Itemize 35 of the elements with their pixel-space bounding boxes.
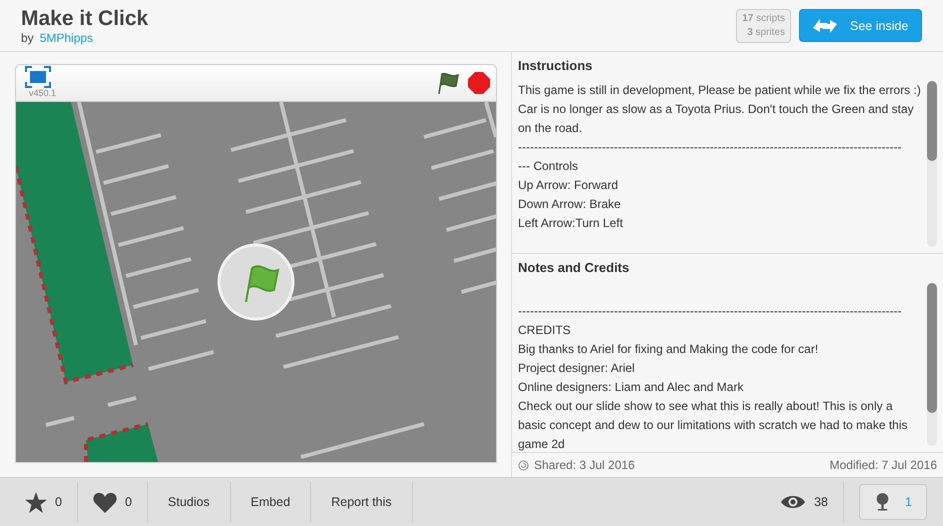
description-text: Down Arrow: Brake	[518, 196, 622, 213]
favorite-count: 0	[55, 495, 62, 509]
description-text: Left Arrow:Turn Left	[518, 215, 624, 232]
notes-text: Online designers: Liam and Alec and Mark	[518, 379, 744, 396]
notes-text: Check out our slide show to see what this is really about! This is only a basic concept and dew to our limitations with scratch we had to make this game 2d	[518, 398, 909, 453]
project-title: Make it Click	[21, 6, 148, 30]
eye-icon	[780, 494, 806, 510]
stop-icon[interactable]	[468, 72, 490, 94]
flag-icon[interactable]	[436, 72, 460, 94]
views-count: 38	[814, 495, 828, 509]
description-text: ------------------------------------------------------------------------------------------------	[518, 139, 903, 156]
notes-text: ------------------------------------------------------------------------------------------------	[518, 303, 903, 320]
description-text: Up Arrow: Forward	[518, 177, 620, 194]
footer-action[interactable]: Report this	[311, 482, 413, 522]
star-icon	[25, 492, 47, 512]
fullscreen-icon[interactable]	[25, 66, 51, 88]
notes-text: Project designer: Ariel	[518, 360, 636, 377]
version-label: v450.1	[29, 88, 56, 98]
share-icon	[518, 460, 529, 470]
love-count: 0	[124, 495, 132, 509]
favorite-button[interactable]: 0	[10, 482, 78, 522]
heart-icon	[92, 492, 117, 512]
description-text: This game is still in development, Please be patient while we fix the errors :) Car is no longer as slow as a Toyota Prius. Don't touch the Green and stay on the road.	[518, 82, 922, 137]
notes-heading: Notes and Credits	[518, 260, 630, 275]
footer-action[interactable]: Embed	[230, 482, 312, 522]
by-label: by	[21, 30, 34, 44]
instructions-heading: Instructions	[518, 58, 594, 73]
footer-action[interactable]: Studios	[148, 482, 231, 522]
modified-date: Modified: 7 Jul 2016	[830, 458, 937, 472]
notes-text: Big thanks to Ariel for fixing and Making the code for car!	[518, 341, 820, 358]
love-button[interactable]: 0	[78, 482, 148, 522]
project-stats: 17 scripts 3 sprites	[736, 8, 791, 42]
shared-date: Shared: 3 Jul 2016	[534, 458, 635, 472]
notes-text: CREDITS	[518, 322, 572, 339]
description-text: --- Controls	[518, 158, 580, 175]
